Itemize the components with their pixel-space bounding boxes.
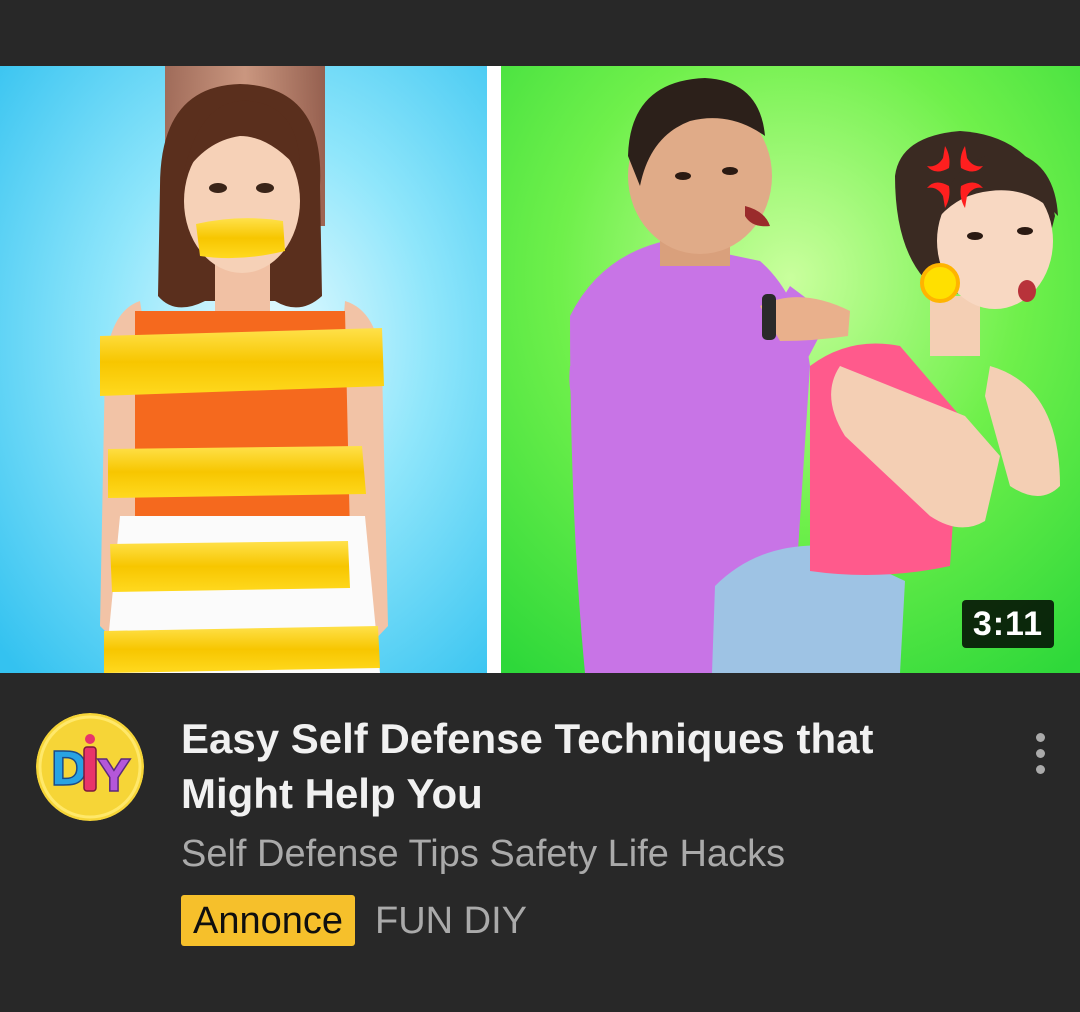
menu-dot [1035,764,1045,774]
diy-logo-icon: D Y [36,713,144,821]
video-meta: D Y Easy Self Defense Techniques that Mi… [0,673,1080,1012]
svg-text:Y: Y [97,751,131,802]
duration-badge: 3:11 [961,600,1054,648]
thumbnail-image [0,66,1080,673]
svg-text:D: D [50,742,88,796]
channel-name[interactable]: FUN DIY [375,898,527,944]
channel-avatar[interactable]: D Y [36,713,144,821]
more-vert-icon[interactable] [1018,725,1062,781]
video-subtitle: Self Defense Tips Safety Life Hacks [181,833,786,875]
ad-row: Annonce FUN DIY [181,895,527,946]
menu-dot [1035,748,1045,758]
menu-dot [1035,732,1045,742]
ad-badge: Annonce [181,895,356,946]
status-bar-area [0,0,1080,66]
video-title[interactable]: Easy Self Defense Techniques that Might … [181,711,971,821]
video-thumbnail[interactable]: 3:11 [0,66,1080,673]
